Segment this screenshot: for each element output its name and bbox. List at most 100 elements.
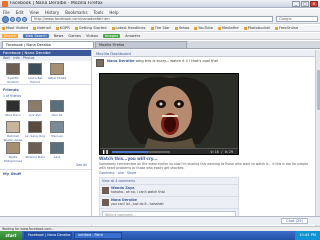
friend-tile[interactable]: Aina [46, 142, 68, 162]
menu-tools[interactable]: Tools [94, 10, 104, 15]
video-progress-bar[interactable] [111, 150, 170, 153]
avatar[interactable] [102, 187, 109, 194]
friends-section-title[interactable]: Friends [0, 84, 91, 94]
browser-window: Facebook | Nana Deralbe - Mozilla Firefo… [0, 0, 320, 240]
bookmark-item[interactable]: Latest Headlines [112, 26, 146, 30]
menu-history[interactable]: History [45, 10, 59, 15]
start-button[interactable]: start [0, 231, 22, 240]
tab-firefox[interactable]: Mozilla Firefox [95, 41, 187, 48]
toolbar-images[interactable]: Images [102, 34, 121, 38]
friend-tile[interactable]: Amira Bel Hamid [24, 63, 46, 84]
main-content: Mozilla Dashboard Nana Deralbe omg this … [93, 50, 320, 226]
taskbar-item-firefox[interactable]: Facebook | Nana Deralbe [24, 232, 72, 239]
bookmark-item[interactable]: The Star [151, 26, 170, 30]
menu-edit[interactable]: Edit [16, 10, 24, 15]
video-controls: ❚❚ 0:18 / 0:29 [100, 148, 238, 154]
pane-title: Mozilla Dashboard [93, 50, 320, 57]
friend-tile[interactable]: Ariz Zyn [24, 100, 46, 120]
menu-file[interactable]: File [3, 10, 10, 15]
toolbar-search-button[interactable]: Search [2, 34, 19, 38]
friend-photo [50, 63, 64, 75]
page-scrollbar[interactable] [315, 50, 320, 226]
address-bar[interactable]: http://www.facebook.com/nanadeafbf.htm [31, 16, 273, 22]
minimize-button[interactable]: _ [292, 0, 300, 7]
bookmark-item[interactable]: FreeOnline [275, 26, 298, 30]
friend-tile[interactable]: Lin Sang Ong [24, 121, 46, 141]
friend-name: Lin Sang Ong [24, 134, 46, 138]
tab-facebook[interactable]: Facebook | Nana Deralbe [2, 41, 94, 48]
toolbar-answers[interactable]: Answers [125, 34, 140, 38]
friend-name: Nina Deco [5, 113, 21, 117]
friend-photo [28, 142, 42, 154]
friend-photo [6, 100, 20, 112]
post-text: omg this is scary... watch it !!! that's… [135, 59, 219, 63]
maximize-button[interactable]: □ [301, 0, 309, 7]
see-all-friends-link[interactable]: See All [0, 163, 91, 167]
back-button[interactable] [2, 15, 9, 23]
avatar[interactable] [96, 59, 104, 67]
video-player[interactable]: ❚❚ 0:18 / 0:29 [99, 73, 239, 155]
friend-tile[interactable]: Nadia Mohammad [2, 142, 24, 163]
friend-name: Nadia Mohammad [4, 155, 22, 163]
view-all-comments-link[interactable]: View all 4 comments [100, 178, 238, 185]
reload-button[interactable] [16, 16, 21, 22]
toolbar-videos[interactable]: Videos [86, 34, 98, 38]
friend-photo [50, 100, 64, 112]
friend-tile[interactable]: Mei Lan [46, 121, 68, 141]
video-title[interactable]: Watch this...you will cry... [99, 156, 158, 161]
pause-icon[interactable]: ❚❚ [102, 149, 109, 154]
home-button[interactable] [22, 16, 27, 22]
friend-photo [50, 142, 64, 154]
title-bar: Facebook | Nana Deralbe - Mozilla Firefo… [0, 0, 320, 8]
comment: Wanda Zaya hahaha.. oh no, i can't watch… [100, 185, 238, 197]
toolbar-games[interactable]: Games [68, 34, 81, 38]
friend-tile[interactable]: Azbel Khalid [46, 63, 68, 83]
comment-text: hahaha.. oh no, i can't watch this! [111, 190, 166, 194]
friend-name: Mei Lan [51, 134, 63, 138]
search-addon-toolbar: Search Web Search News Games Videos Imag… [0, 33, 320, 40]
search-box[interactable]: Google [276, 16, 318, 22]
bookmark-item[interactable]: Mediafire [218, 26, 239, 30]
video-progress-fill [111, 150, 148, 153]
friend-name: Amira Bel Hamid [27, 76, 43, 84]
toolbar-web-search-button[interactable]: Web Search [23, 34, 49, 38]
wall-post: Nana Deralbe omg this is scary... watch … [93, 57, 320, 71]
friend-photo [6, 142, 20, 154]
post-author-link[interactable]: Nana Deralbe [107, 59, 135, 63]
menu-help[interactable]: Help [109, 10, 118, 15]
friend-photo [28, 100, 42, 112]
toolbar-news[interactable]: News [54, 34, 64, 38]
chat-button[interactable]: Chat (25) [281, 218, 308, 224]
bookmarks-toolbar: Most Visited Hotmail KGPR Getting Starte… [0, 25, 320, 32]
friend-tile[interactable]: Syahfiz Ibrahim [2, 63, 24, 84]
friend-photo [6, 121, 20, 133]
bookmark-item[interactable]: Photobucket [244, 26, 270, 30]
friend-tile[interactable]: Shahira Putri [24, 142, 46, 162]
friend-tile[interactable]: Dan Ali [46, 100, 68, 120]
my-stuff-section[interactable]: My Stuff [0, 169, 91, 177]
tab-strip: Facebook | Nana Deralbe Mozilla Firefox [0, 41, 320, 49]
top-friends-grid: Syahfiz Ibrahim Amira Bel Hamid Azbel Kh… [0, 61, 91, 84]
sidebar: Facebook | Nana Deralbe Wall · Info · Ph… [0, 50, 92, 226]
friend-photo [6, 63, 20, 75]
taskbar-item-paint[interactable]: untitled - Paint [74, 232, 122, 239]
bookmark-item[interactable]: Getting Started [75, 26, 107, 30]
friend-photo [28, 121, 42, 133]
close-button[interactable]: × [310, 0, 318, 7]
bookmark-item[interactable]: Yahoo [175, 26, 190, 30]
menu-bookmarks[interactable]: Bookmarks [65, 10, 87, 15]
firefox-icon [2, 0, 8, 7]
bookmark-item[interactable]: YouTube [194, 26, 213, 30]
avatar[interactable] [102, 199, 109, 206]
forward-button[interactable] [10, 16, 15, 22]
menu-view[interactable]: View [29, 10, 39, 15]
friend-photo [50, 121, 64, 133]
friend-tile[interactable]: Rahmat Roslan Azwa [2, 121, 24, 142]
comment-text: you can! lol.. just do it.. hahahah [111, 202, 164, 206]
bookmark-item[interactable]: KGPR [56, 26, 70, 30]
friend-tile[interactable]: Nina Deco [2, 100, 24, 120]
friend-name: Azbel Khalid [47, 76, 67, 80]
bookmark-item[interactable]: Hotmail [33, 26, 51, 30]
bookmark-item[interactable]: Most Visited [2, 26, 28, 30]
post-actions[interactable]: Comment · Like · Share [99, 171, 136, 175]
